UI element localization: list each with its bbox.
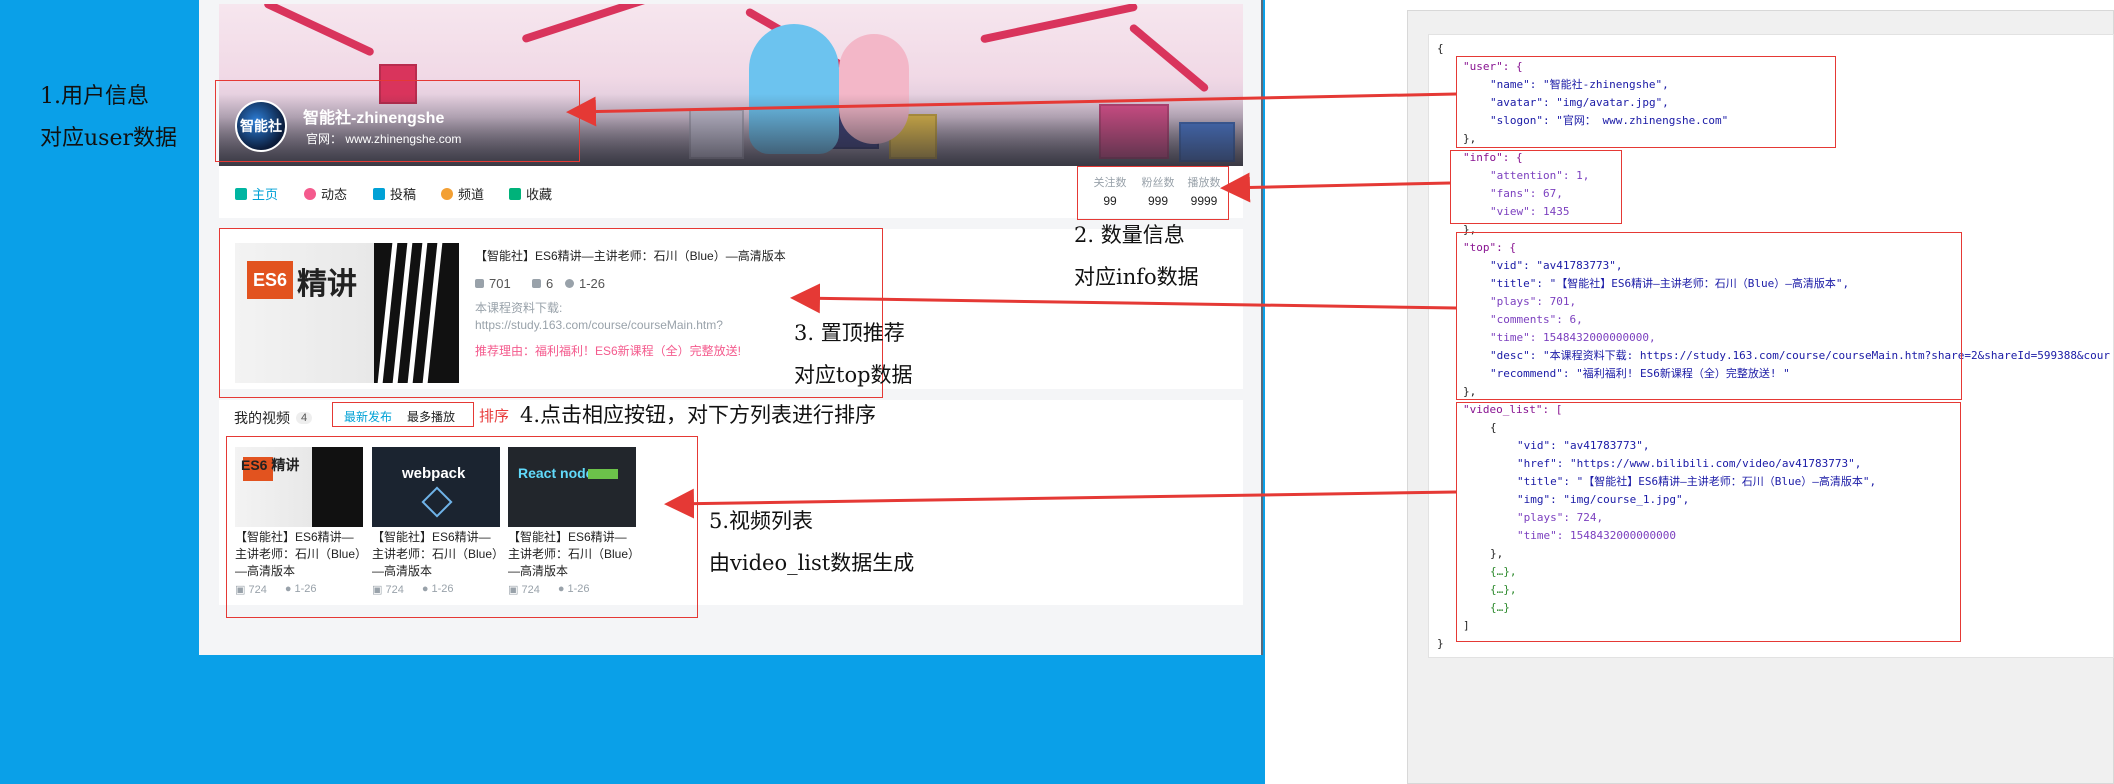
highlight-json-user — [1456, 56, 1836, 148]
annotation-video-list: 5.视频列表 由video_list数据生成 — [709, 500, 914, 584]
nav-item-dynamic[interactable]: 动态 — [304, 184, 347, 203]
sort-label: 排序 — [479, 408, 510, 425]
annotation-user: 1.用户信息 对应user数据 — [40, 76, 177, 160]
nav-item-label: 收藏 — [526, 187, 553, 202]
annotation-top: 3. 置顶推荐 对应top数据 — [794, 312, 913, 396]
annotation-video-list-line2: 由video_list数据生成 — [709, 551, 915, 575]
annotation-info-line2: 对应info数据 — [1074, 265, 1199, 289]
highlight-sort — [332, 402, 474, 427]
annotation-video-list-line1: 5.视频列表 — [709, 509, 814, 533]
nav-item-channel[interactable]: 频道 — [441, 184, 484, 203]
highlight-info — [1077, 166, 1229, 220]
highlight-top — [219, 228, 883, 398]
annotation-user-line1: 1.用户信息 — [40, 84, 149, 109]
my-videos-label: 我的视频 — [234, 410, 290, 426]
channel-icon — [441, 187, 453, 200]
highlight-user — [215, 80, 580, 162]
json-line: { — [1437, 42, 1444, 55]
dynamic-icon — [304, 187, 316, 200]
nav-item-label: 频道 — [458, 187, 485, 202]
nav-item-label: 投稿 — [390, 187, 417, 202]
post-icon — [373, 187, 385, 200]
home-icon — [235, 187, 247, 200]
nav-item-favorite[interactable]: 收藏 — [509, 184, 552, 203]
highlight-json-top — [1456, 232, 1962, 400]
nav-item-label: 主页 — [252, 187, 279, 202]
nav-item-label: 动态 — [321, 187, 348, 202]
my-videos-heading: 我的视频 4 — [234, 408, 313, 428]
annotation-user-line2: 对应user数据 — [40, 126, 177, 151]
white-gap — [1265, 0, 1407, 784]
highlight-video-list — [226, 436, 698, 618]
highlight-json-video-list — [1456, 402, 1961, 642]
nav-item-post[interactable]: 投稿 — [373, 184, 416, 203]
annotation-top-line1: 3. 置顶推荐 — [794, 321, 905, 345]
json-line: } — [1437, 637, 1444, 650]
video-count-badge: 4 — [296, 412, 313, 424]
annotation-info-line1: 2. 数量信息 — [1074, 223, 1185, 247]
annotation-sort: 4.点击相应按钮，对下方列表进行排序 — [520, 403, 877, 427]
annotation-top-line2: 对应top数据 — [794, 363, 913, 387]
nav-item-home[interactable]: 主页 — [235, 184, 278, 203]
highlight-json-info — [1450, 150, 1622, 224]
annotation-info: 2. 数量信息 对应info数据 — [1074, 214, 1199, 298]
favorite-icon — [509, 187, 521, 200]
